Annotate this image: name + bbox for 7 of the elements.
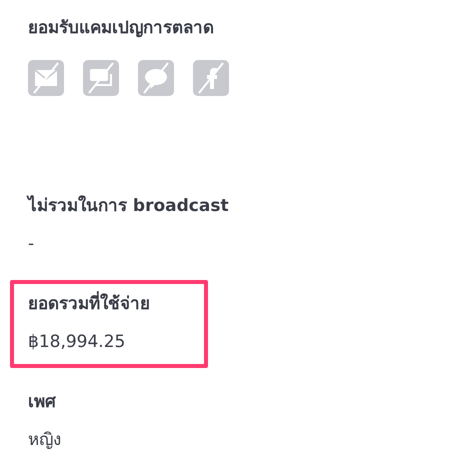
field-label: ไม่รวมในการ broadcast [28, 194, 229, 218]
field-value: ฿18,994.25 [28, 331, 126, 354]
field-label: ยอดรวมที่ใช้จ่าย [28, 290, 190, 318]
field-label: ยอมรับแคมเปญการตลาด [28, 17, 215, 40]
field-value: หญิง [28, 429, 62, 452]
field-label: เพศ [28, 391, 57, 414]
field-value: - [28, 233, 36, 256]
